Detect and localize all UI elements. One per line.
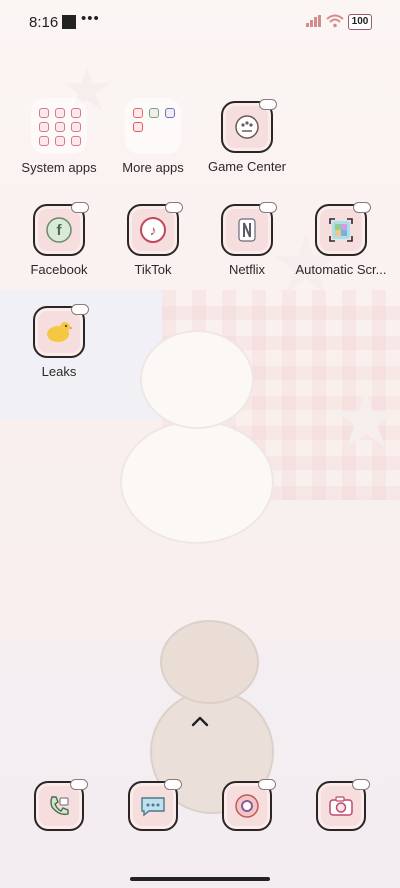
tiktok-icon: ♪ — [127, 202, 183, 256]
folder-icon — [31, 98, 87, 154]
camera-icon — [316, 779, 370, 831]
automatic-scroll-app[interactable]: Automatic Scr... — [291, 202, 391, 277]
svg-text:♪: ♪ — [150, 222, 157, 238]
phone-app[interactable] — [9, 779, 109, 831]
chrome-app[interactable] — [197, 779, 297, 831]
camera-app[interactable] — [291, 779, 391, 831]
app-label: Game Center — [207, 159, 287, 174]
gesture-navigation-bar[interactable] — [130, 877, 270, 881]
automatic-scroll-icon — [315, 202, 371, 256]
notification-square-icon — [62, 15, 76, 29]
wifi-icon — [326, 14, 344, 28]
netflix-icon — [221, 202, 277, 256]
cellular-signal-icon — [306, 15, 322, 27]
chrome-icon — [222, 779, 276, 831]
app-label: Automatic Scr... — [295, 262, 387, 277]
leaks-icon — [33, 304, 89, 358]
status-time: 8:16 — [29, 14, 59, 31]
status-bar: 8:16 ••• 100 — [0, 0, 400, 44]
chevron-up-icon[interactable] — [190, 713, 210, 729]
leaks-app[interactable]: Leaks — [9, 304, 109, 379]
folder-icon — [125, 98, 181, 154]
facebook-app[interactable]: f Facebook — [9, 202, 109, 277]
app-label: TikTok — [134, 262, 172, 277]
messages-app[interactable] — [103, 779, 203, 831]
phone-icon — [34, 779, 88, 831]
game-center-app[interactable]: Game Center — [197, 99, 297, 174]
game-center-icon — [221, 99, 277, 153]
battery-indicator: 100 — [348, 14, 372, 30]
netflix-app[interactable]: Netflix — [197, 202, 297, 277]
app-label: System apps — [21, 160, 97, 175]
more-apps-folder[interactable]: More apps — [103, 98, 203, 175]
messages-icon — [128, 779, 182, 831]
app-label: More apps — [122, 160, 184, 175]
system-apps-folder[interactable]: System apps — [9, 98, 109, 175]
app-label: Facebook — [30, 262, 88, 277]
more-notifications-icon: ••• — [81, 10, 100, 27]
app-label: Netflix — [228, 262, 266, 277]
app-label: Leaks — [41, 364, 77, 379]
tiktok-app[interactable]: ♪ TikTok — [103, 202, 203, 277]
facebook-icon: f — [33, 202, 89, 256]
